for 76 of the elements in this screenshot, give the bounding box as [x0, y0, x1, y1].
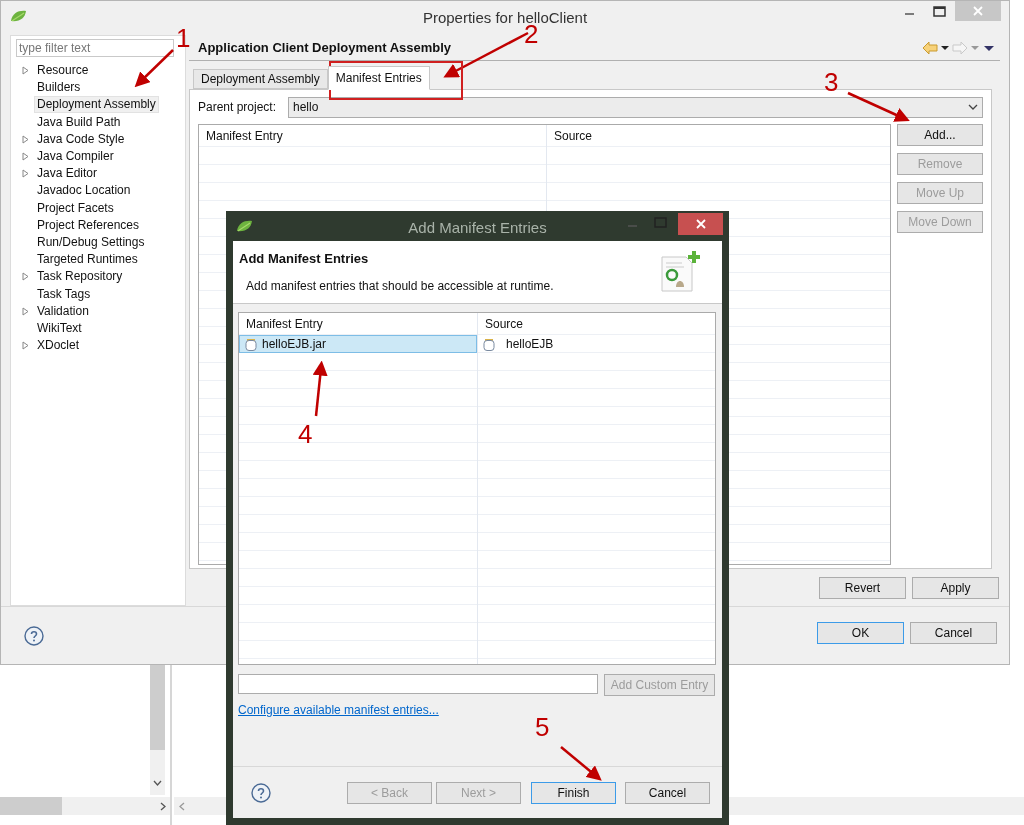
app-logo-icon: [235, 218, 255, 234]
expand-arrow-icon[interactable]: [21, 272, 29, 282]
filter-field[interactable]: type filter text: [16, 39, 174, 57]
tree-item[interactable]: Validation: [34, 302, 92, 320]
column-header[interactable]: Source: [478, 313, 715, 335]
tree-item[interactable]: Deployment Assembly: [34, 96, 159, 114]
step-number: 4: [298, 424, 313, 444]
chevron-left-icon[interactable]: [179, 801, 185, 811]
annotation-arrow: [847, 91, 910, 122]
expand-arrow-icon[interactable]: [21, 306, 29, 316]
tree-item[interactable]: Builders: [34, 79, 84, 97]
step-number: 2: [524, 24, 539, 44]
tree-item[interactable]: Resource: [34, 62, 92, 80]
tree-item[interactable]: Java Editor: [34, 165, 101, 183]
expand-arrow-icon[interactable]: [21, 134, 29, 144]
column-header[interactable]: Manifest Entry: [199, 125, 546, 147]
tree-item[interactable]: Run/Debug Settings: [34, 233, 148, 251]
tree-item[interactable]: Project References: [34, 216, 143, 234]
annotation-arrow: [312, 360, 328, 417]
annotation-arrow: [560, 746, 602, 781]
step-number: 1: [176, 28, 191, 48]
close-icon: [972, 5, 984, 17]
tree-item[interactable]: Java Code Style: [34, 130, 128, 148]
tab[interactable]: Manifest Entries: [327, 66, 430, 90]
action-button[interactable]: Apply: [912, 577, 999, 599]
tree-item[interactable]: Java Compiler: [34, 148, 117, 166]
custom-entry-field[interactable]: [238, 674, 598, 694]
annotation-arrow: [134, 49, 174, 88]
project-dropdown[interactable]: hello: [288, 96, 983, 118]
tree-item[interactable]: XDoclet: [34, 337, 83, 355]
dropdown-icon[interactable]: [940, 43, 950, 52]
close-button[interactable]: [678, 213, 723, 235]
dialog-title: Add Manifest Entries: [408, 218, 547, 238]
field-label: Parent project:: [198, 99, 278, 116]
dialog-button[interactable]: Cancel: [910, 621, 997, 644]
tree-item[interactable]: Project Facets: [34, 199, 117, 217]
manifest-add-icon: [658, 249, 702, 295]
jar-icon: [244, 336, 258, 352]
expand-arrow-icon[interactable]: [21, 152, 29, 162]
tree-item[interactable]: Task Tags: [34, 285, 94, 303]
help-icon[interactable]: [24, 625, 44, 646]
table-cell[interactable]: helloEJB.jar: [239, 335, 477, 353]
scrollbar-thumb[interactable]: [0, 797, 62, 815]
expand-arrow-icon[interactable]: [21, 169, 29, 179]
page-title: Application Client Deployment Assembly: [198, 38, 452, 57]
expand-arrow-icon[interactable]: [21, 66, 29, 76]
chevron-down-icon: [968, 103, 978, 111]
tree-item[interactable]: Task Repository: [34, 268, 126, 286]
dialog-button[interactable]: OK: [817, 621, 904, 644]
action-button[interactable]: Revert: [819, 577, 906, 599]
chevron-right-icon[interactable]: [160, 801, 166, 811]
close-icon: [694, 218, 707, 230]
dialog-description: Add manifest entries that should be accessible at runtime.: [245, 277, 554, 295]
table-cell[interactable]: helloEJB: [478, 335, 715, 353]
app-logo-icon: [9, 8, 29, 24]
tree-item[interactable]: Targeted Runtimes: [34, 251, 141, 269]
step-number: 3: [824, 72, 839, 92]
help-icon[interactable]: [251, 782, 271, 803]
tab[interactable]: Deployment Assembly: [193, 69, 328, 89]
scrollbar-thumb[interactable]: [150, 665, 165, 750]
tree-item[interactable]: WikiText: [34, 319, 85, 337]
window-title: Properties for helloClient: [422, 8, 588, 26]
dialog-button[interactable]: Finish: [531, 781, 616, 804]
vertical-scrollbar[interactable]: [150, 665, 165, 795]
view-menu-icon[interactable]: [982, 43, 996, 52]
dialog-heading: Add Manifest Entries: [239, 250, 370, 268]
column-header[interactable]: Source: [547, 125, 890, 147]
configure-link[interactable]: Configure available manifest entries...: [238, 701, 439, 719]
horizontal-scrollbar[interactable]: [0, 797, 170, 815]
dialog-button[interactable]: Cancel: [625, 781, 710, 804]
step-number: 5: [535, 717, 550, 737]
tree-item[interactable]: Java Build Path: [34, 113, 124, 131]
tree-item[interactable]: Javadoc Location: [34, 182, 134, 200]
expand-arrow-icon[interactable]: [21, 341, 29, 351]
chevron-down-icon[interactable]: [153, 780, 162, 786]
side-button[interactable]: Add...: [897, 124, 983, 146]
